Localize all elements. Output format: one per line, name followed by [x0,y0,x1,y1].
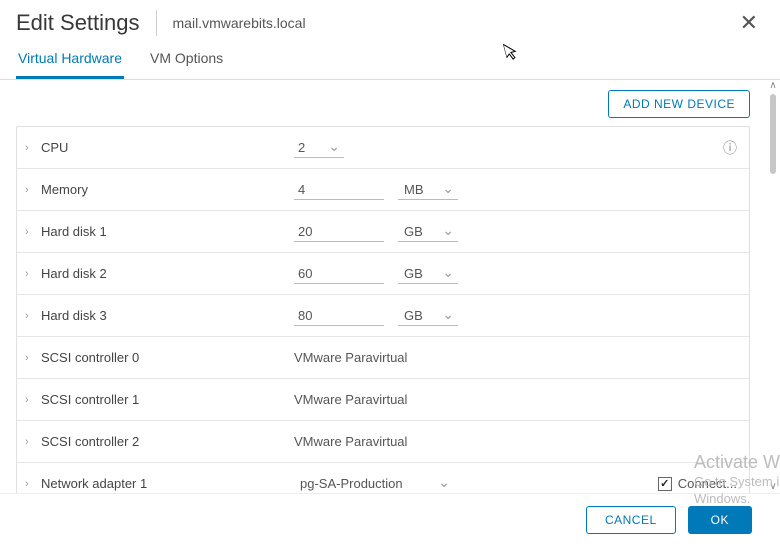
chevron-right-icon[interactable]: › [25,436,39,448]
scsi2-label: SCSI controller 2 [39,434,294,449]
scsi0-text: VMware Paravirtual [294,350,407,365]
memory-unit[interactable]: MB [398,180,458,200]
scsi1-text: VMware Paravirtual [294,392,407,407]
dialog-title: Edit Settings [16,10,140,36]
hd2-value[interactable] [294,264,384,284]
scsi0-label: SCSI controller 0 [39,350,294,365]
hd1-unit[interactable]: GB [398,222,458,242]
row-hd1: › Hard disk 1 GB [17,211,749,253]
memory-label: Memory [39,182,294,197]
row-memory: › Memory MB [17,169,749,211]
chevron-right-icon[interactable]: › [25,394,39,406]
scroll-down-icon[interactable]: ∨ [768,481,778,493]
scsi2-text: VMware Paravirtual [294,434,407,449]
chevron-right-icon[interactable]: › [25,142,39,154]
hd3-label: Hard disk 3 [39,308,294,323]
hd1-label: Hard disk 1 [39,224,294,239]
chevron-right-icon[interactable]: › [25,310,39,322]
chevron-right-icon[interactable]: › [25,184,39,196]
header-divider [156,10,157,36]
device-grid: › CPU ⓘ › Memory MB › [16,126,750,493]
scroll-up-icon[interactable]: ∧ [768,80,778,92]
row-scsi0: › SCSI controller 0 VMware Paravirtual [17,337,749,379]
net1-connect-label: Connect... [678,476,737,491]
net1-connect-checkbox[interactable] [658,477,672,491]
chevron-right-icon[interactable]: › [25,352,39,364]
scsi1-label: SCSI controller 1 [39,392,294,407]
row-cpu: › CPU ⓘ [17,127,749,169]
net1-label: Network adapter 1 [39,476,294,491]
hd2-unit[interactable]: GB [398,264,458,284]
tab-virtual-hardware[interactable]: Virtual Hardware [16,42,124,79]
memory-value[interactable] [294,180,384,200]
hd3-unit[interactable]: GB [398,306,458,326]
ok-button[interactable]: OK [688,506,752,534]
row-hd3: › Hard disk 3 GB [17,295,749,337]
row-scsi1: › SCSI controller 1 VMware Paravirtual [17,379,749,421]
net1-select[interactable]: pg-SA-Production [294,474,454,494]
cpu-value[interactable] [294,138,344,158]
chevron-right-icon[interactable]: › [25,268,39,280]
row-scsi2: › SCSI controller 2 VMware Paravirtual [17,421,749,463]
scrollbar[interactable]: ∧ ∨ [768,80,778,493]
cancel-button[interactable]: CANCEL [586,506,676,534]
close-icon[interactable]: ✕ [734,10,764,36]
chevron-right-icon[interactable]: › [25,478,39,490]
hd1-value[interactable] [294,222,384,242]
dialog-subtitle: mail.vmwarebits.local [173,15,306,31]
row-hd2: › Hard disk 2 GB [17,253,749,295]
cpu-label: CPU [39,140,294,155]
add-new-device-button[interactable]: ADD NEW DEVICE [608,90,750,118]
info-icon[interactable]: ⓘ [723,138,737,158]
scroll-thumb[interactable] [770,94,776,174]
hd2-label: Hard disk 2 [39,266,294,281]
row-net1: › Network adapter 1 pg-SA-Production Con… [17,463,749,493]
tab-vm-options[interactable]: VM Options [148,42,225,79]
hd3-value[interactable] [294,306,384,326]
chevron-right-icon[interactable]: › [25,226,39,238]
